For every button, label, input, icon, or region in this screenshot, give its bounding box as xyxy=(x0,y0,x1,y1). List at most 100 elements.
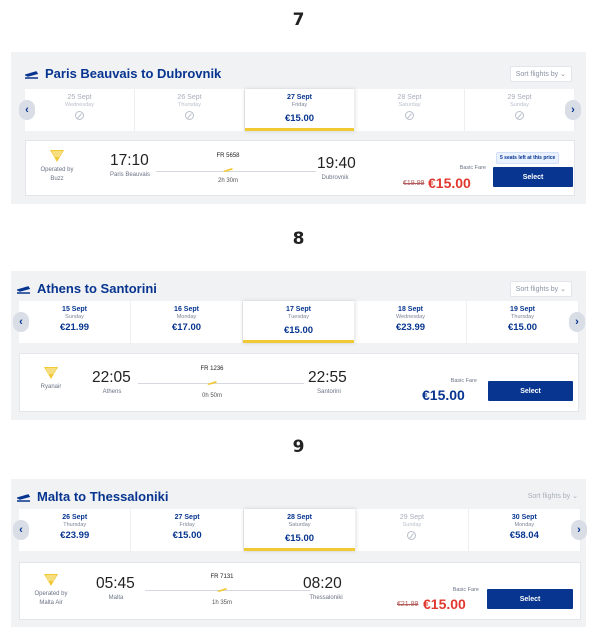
date-label: 26 Sept xyxy=(62,514,88,521)
operator-label: Operated by Malta Air xyxy=(34,591,68,606)
date-label: 30 Sept xyxy=(511,514,537,521)
search-results-panel: Paris Beauvais to Dubrovnik Sort flights… xyxy=(11,52,586,204)
date-option-selected[interactable]: 17 Sept Tuesday €15.00 xyxy=(243,301,355,343)
date-carousel: ‹ 25 Sept Wednesday 26 Sept Thursday 27 … xyxy=(19,89,581,131)
harp-logo-icon xyxy=(44,574,58,586)
section-number: 9 xyxy=(292,437,305,457)
chevron-left-icon[interactable]: ‹ xyxy=(13,520,29,540)
date-label: 15 Sept xyxy=(62,306,87,313)
date-option[interactable]: 15 Sept Sunday €21.99 xyxy=(19,301,131,343)
flight-card[interactable]: Ryanair 22:05 Athens FR 1236 0h 50m 22:5… xyxy=(19,353,579,412)
departure-time: 22:05 xyxy=(92,369,131,386)
date-option[interactable]: 19 Sept Thursday €15.00 xyxy=(467,301,579,343)
date-option[interactable]: 28 Sept Saturday xyxy=(355,89,465,131)
sort-dropdown[interactable]: Sort flights by ⌄ xyxy=(509,281,572,297)
day-label: Thursday xyxy=(63,522,87,528)
date-option[interactable]: 25 Sept Wednesday xyxy=(25,89,135,131)
date-label: 26 Sept xyxy=(177,94,202,101)
airline-logo: Operated by Malta Air xyxy=(32,573,70,608)
operator-label: Operated by Buzz xyxy=(40,167,74,182)
unavailable-icon xyxy=(515,111,524,120)
plane-icon xyxy=(223,168,233,172)
day-label: Tuesday xyxy=(288,314,309,320)
day-label: Sunday xyxy=(402,522,422,528)
date-option[interactable]: 27 Sept Friday €15.00 xyxy=(131,509,244,551)
route-header: Malta to Thessaloniki xyxy=(17,489,168,504)
date-option[interactable]: 18 Sept Wednesday €23.99 xyxy=(355,301,467,343)
arrival-airport: Thessaloniki xyxy=(309,595,343,601)
sort-label: Sort flights by xyxy=(527,493,571,500)
flight-number: FR 1236 xyxy=(200,366,224,372)
chevron-right-icon[interactable]: › xyxy=(571,520,587,540)
plane-icon xyxy=(17,285,30,294)
date-option-selected[interactable]: 27 Sept Friday €15.00 xyxy=(245,89,355,131)
unavailable-icon xyxy=(407,531,417,540)
date-label: 27 Sept xyxy=(287,94,312,101)
flight-duration: 1h 35m xyxy=(211,600,232,606)
date-option[interactable]: 29 Sept Sunday xyxy=(465,89,575,131)
date-option[interactable]: 16 Sept Monday €17.00 xyxy=(131,301,243,343)
date-option[interactable]: 29 Sept Sunday xyxy=(356,509,469,551)
plane-icon xyxy=(217,588,227,592)
date-label: 29 Sept xyxy=(507,94,532,101)
date-price: €23.99 xyxy=(395,322,426,333)
route-title: Malta to Thessaloniki xyxy=(37,489,169,504)
section-number: 7 xyxy=(292,10,305,30)
day-label: Wednesday xyxy=(396,314,425,320)
search-results-panel: Malta to Thessaloniki Sort flights by ⌄ … xyxy=(11,479,587,627)
flight-duration: 0h 50m xyxy=(201,393,222,399)
flight-card[interactable]: Operated by Malta Air 05:45 Malta FR 713… xyxy=(19,562,581,620)
day-label: Sunday xyxy=(510,102,529,108)
date-price: €58.04 xyxy=(509,530,539,541)
date-carousel: ‹ 15 Sept Sunday €21.99 16 Sept Monday €… xyxy=(13,301,585,343)
chevron-right-icon[interactable]: › xyxy=(565,100,581,120)
airline-logo: Operated by Buzz xyxy=(38,149,76,184)
date-label: 28 Sept xyxy=(287,514,312,521)
date-label: 29 Sept xyxy=(399,514,424,521)
day-label: Thursday xyxy=(511,314,534,320)
departure-airport: Athens xyxy=(102,389,122,395)
chevron-right-icon[interactable]: › xyxy=(569,312,585,332)
select-button[interactable]: Select xyxy=(488,381,573,401)
date-option[interactable]: 26 Sept Thursday xyxy=(135,89,245,131)
date-label: 17 Sept xyxy=(286,306,311,313)
arrival-time: 08:20 xyxy=(303,575,342,592)
route-line xyxy=(138,383,304,384)
flight-card[interactable]: Operated by Buzz 17:10 Paris Beauvais FR… xyxy=(25,140,575,196)
fare-price: €15.00 xyxy=(423,596,466,612)
section-number: 8 xyxy=(292,229,305,249)
date-price: €17.00 xyxy=(171,322,202,333)
sort-label: Sort flights by xyxy=(515,71,559,78)
date-option[interactable]: 26 Sept Thursday €23.99 xyxy=(19,509,132,551)
sort-dropdown[interactable]: Sort flights by ⌄ xyxy=(523,489,583,503)
select-button[interactable]: Select xyxy=(493,167,573,187)
plane-icon xyxy=(25,70,38,79)
chevron-down-icon: ⌄ xyxy=(572,493,578,500)
date-option[interactable]: 30 Sept Monday €58.04 xyxy=(469,509,582,551)
departure-airport: Paris Beauvais xyxy=(109,172,151,178)
arrival-time: 22:55 xyxy=(308,369,347,386)
day-label: Sunday xyxy=(65,314,84,320)
route-header: Paris Beauvais to Dubrovnik xyxy=(25,66,221,81)
date-label: 18 Sept xyxy=(398,306,423,313)
chevron-down-icon: ⌄ xyxy=(560,286,566,293)
date-option-selected[interactable]: 28 Sept Saturday €15.00 xyxy=(243,509,357,551)
date-label: 19 Sept xyxy=(510,306,535,313)
date-label: 28 Sept xyxy=(397,94,422,101)
sort-dropdown[interactable]: Sort flights by ⌄ xyxy=(509,66,572,82)
chevron-left-icon[interactable]: ‹ xyxy=(13,312,29,332)
fare-price: €15.00 xyxy=(422,387,465,403)
date-price: €15.00 xyxy=(284,533,315,544)
date-price: €15.00 xyxy=(507,322,538,333)
airline-logo: Ryanair xyxy=(32,366,70,392)
select-button[interactable]: Select xyxy=(487,589,573,609)
date-label: 27 Sept xyxy=(174,514,200,521)
operator-label: Ryanair xyxy=(40,384,62,390)
departure-time: 17:10 xyxy=(110,152,149,169)
date-label: 16 Sept xyxy=(174,306,199,313)
plane-icon xyxy=(207,381,217,385)
seats-left-badge: 5 seats left at this price xyxy=(496,152,560,164)
day-label: Saturday xyxy=(398,102,421,108)
unavailable-icon xyxy=(405,111,414,120)
chevron-left-icon[interactable]: ‹ xyxy=(19,100,35,120)
